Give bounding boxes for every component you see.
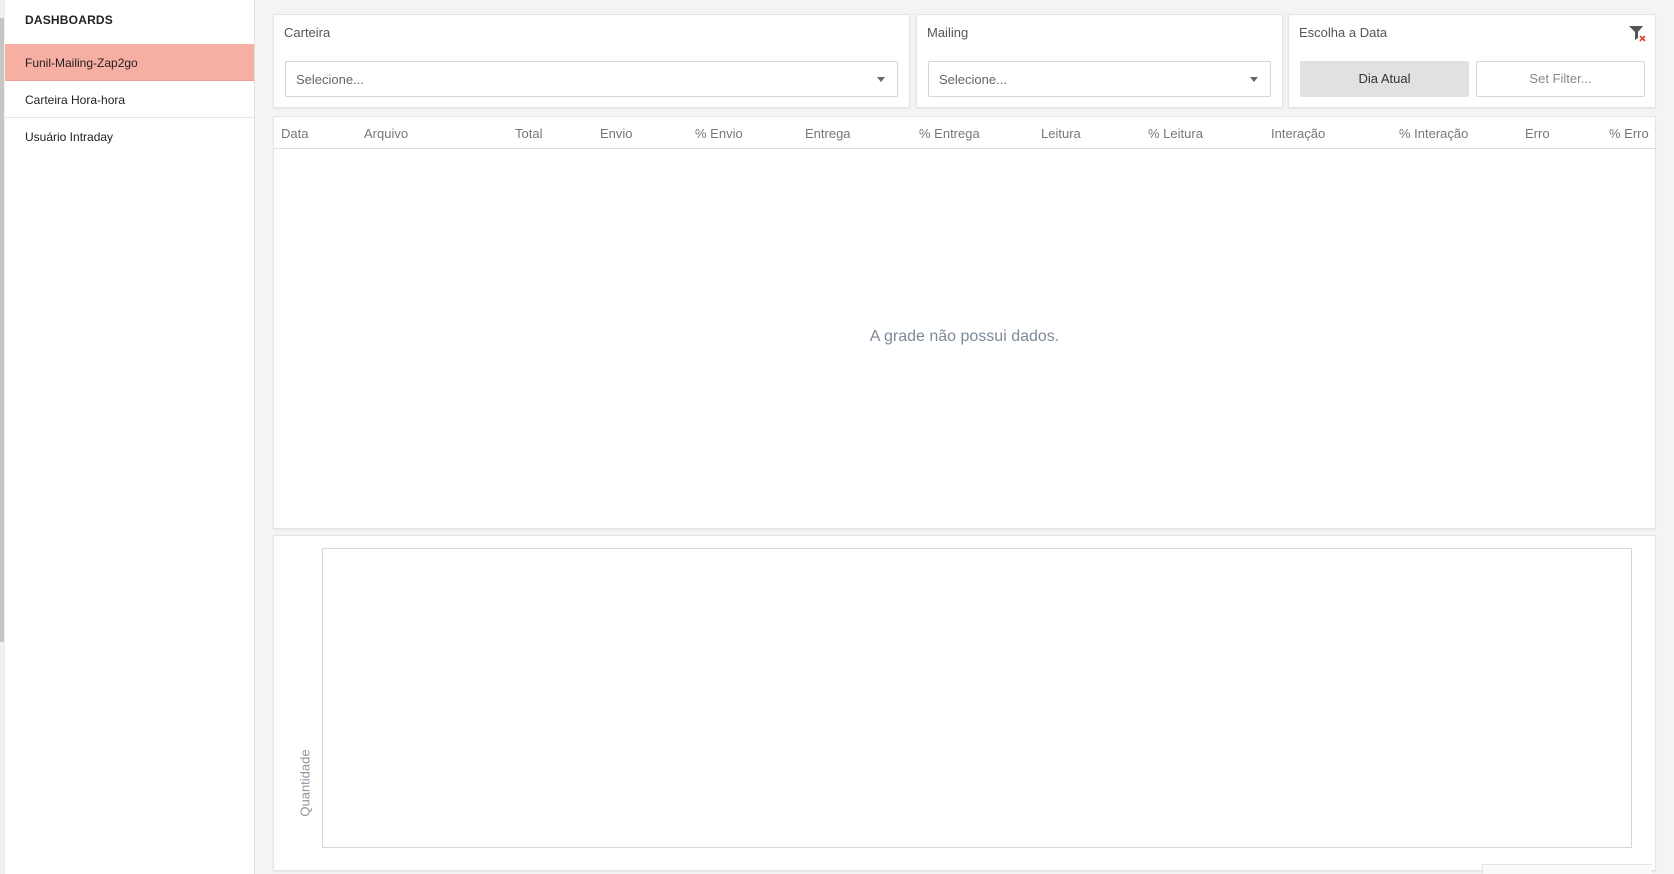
grid-empty-message: A grade não possui dados. xyxy=(869,328,1060,345)
filter-clear-icon[interactable] xyxy=(1627,23,1647,43)
date-filter-panel: Escolha a Data Dia Atual Set Filter... xyxy=(1288,14,1656,108)
chart-y-axis-label-text: Quantidade xyxy=(297,749,313,817)
mailing-filter-panel: Mailing Selecione... xyxy=(916,14,1283,108)
col-header-erro[interactable]: Erro xyxy=(1525,126,1550,141)
carteira-caption: Carteira xyxy=(284,25,331,40)
chart-y-axis-label: Quantidade xyxy=(296,743,314,823)
carteira-filter-panel: Carteira Selecione... xyxy=(273,14,910,108)
col-header-envio[interactable]: Envio xyxy=(600,126,633,141)
col-header-interacao[interactable]: Interação xyxy=(1271,126,1325,141)
carteira-select[interactable]: Selecione... xyxy=(285,61,898,97)
set-filter-button[interactable]: Set Filter... xyxy=(1476,61,1645,97)
sidebar-item-carteira-hora-hora[interactable]: Carteira Hora-hora xyxy=(5,81,254,118)
mailing-caption: Mailing xyxy=(927,25,969,40)
bottom-right-popup-edge xyxy=(1482,864,1652,874)
sidebar: DASHBOARDS Funil-Mailing-Zap2go Carteira… xyxy=(5,0,255,874)
col-header-arquivo[interactable]: Arquivo xyxy=(364,126,408,141)
chevron-down-icon[interactable] xyxy=(1250,77,1258,82)
col-header-pct-interacao[interactable]: % Interação xyxy=(1399,126,1468,141)
col-header-pct-entrega[interactable]: % Entrega xyxy=(919,126,980,141)
date-caption: Escolha a Data xyxy=(1299,25,1388,40)
col-header-leitura[interactable]: Leitura xyxy=(1041,126,1081,141)
chevron-down-icon[interactable] xyxy=(877,77,885,82)
data-grid: Data Arquivo Total Envio % Envio Entrega… xyxy=(273,116,1656,529)
sidebar-item-funil-mailing-zap2go[interactable]: Funil-Mailing-Zap2go xyxy=(5,44,254,81)
sidebar-title: DASHBOARDS xyxy=(25,13,114,27)
chart-plot-area xyxy=(322,548,1632,848)
page-scrollbar-thumb[interactable] xyxy=(0,18,4,642)
sidebar-item-usuario-intraday[interactable]: Usuário Intraday xyxy=(5,118,254,155)
carteira-select-placeholder: Selecione... xyxy=(296,72,364,87)
col-header-total[interactable]: Total xyxy=(515,126,542,141)
mailing-select[interactable]: Selecione... xyxy=(928,61,1271,97)
col-header-pct-leitura[interactable]: % Leitura xyxy=(1148,126,1203,141)
col-header-data[interactable]: Data xyxy=(281,126,308,141)
col-header-entrega[interactable]: Entrega xyxy=(805,126,851,141)
col-header-pct-erro[interactable]: % Erro xyxy=(1609,126,1649,141)
app-root: DASHBOARDS Funil-Mailing-Zap2go Carteira… xyxy=(0,0,1674,874)
chart-panel: Quantidade xyxy=(273,535,1656,871)
col-header-pct-envio[interactable]: % Envio xyxy=(695,126,743,141)
dia-atual-button[interactable]: Dia Atual xyxy=(1300,61,1469,97)
grid-header: Data Arquivo Total Envio % Envio Entrega… xyxy=(274,117,1655,149)
mailing-select-placeholder: Selecione... xyxy=(939,72,1007,87)
